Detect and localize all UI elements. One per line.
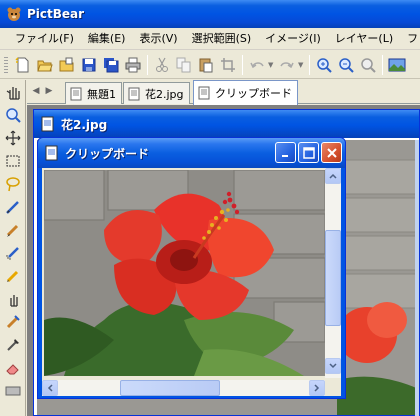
tab-untitled1[interactable]: 無題1 — [65, 82, 122, 104]
main-toolbar: ▼ ▼ — [0, 51, 420, 79]
app-title: PictBear — [27, 7, 85, 21]
tab-label: 無題1 — [87, 87, 116, 101]
eraser-icon[interactable] — [2, 357, 24, 379]
close-button[interactable] — [321, 142, 342, 163]
tab-label: クリップボード — [215, 87, 292, 100]
scroll-right-button[interactable] — [309, 380, 325, 396]
toolbar-separator — [382, 54, 383, 75]
hand-icon[interactable] — [2, 81, 24, 103]
save-all-icon[interactable] — [100, 54, 122, 76]
stamp-icon[interactable] — [2, 311, 24, 333]
redo-icon[interactable] — [276, 54, 298, 76]
toolbar-separator — [147, 54, 148, 75]
scroll-left-button[interactable] — [42, 380, 58, 396]
dropper-icon[interactable] — [2, 334, 24, 356]
tab-label: 花2.jpg — [145, 87, 184, 101]
menu-edit[interactable]: 編集(E) — [81, 29, 133, 49]
gradient-icon[interactable] — [2, 380, 24, 402]
copy-icon[interactable] — [173, 54, 195, 76]
menu-image[interactable]: イメージ(I) — [258, 29, 328, 49]
airbrush-icon[interactable] — [2, 242, 24, 264]
lasso-icon[interactable] — [2, 173, 24, 195]
menu-selection[interactable]: 選択範囲(S) — [185, 29, 259, 49]
menu-view[interactable]: 表示(V) — [132, 29, 184, 49]
tab-scroll-right-icon[interactable]: ▶ — [43, 86, 55, 98]
app-title-bar[interactable]: PictBear — [0, 0, 420, 28]
scroll-thumb[interactable] — [120, 380, 220, 396]
clipboard-horizontal-scrollbar[interactable] — [42, 380, 325, 396]
rect-select-icon[interactable] — [2, 150, 24, 172]
paste-icon[interactable] — [195, 54, 217, 76]
tab-scroll-left-icon[interactable]: ◀ — [30, 86, 42, 98]
scroll-up-button[interactable] — [325, 168, 341, 184]
zoom-fit-icon[interactable] — [357, 54, 379, 76]
toolbar-grip[interactable] — [4, 56, 8, 73]
redo-dropdown-icon[interactable]: ▼ — [298, 61, 306, 69]
print-icon[interactable] — [122, 54, 144, 76]
brush-icon[interactable] — [2, 219, 24, 241]
tab-hana2-jpg[interactable]: 花2.jpg — [123, 82, 190, 104]
undo-dropdown-icon[interactable]: ▼ — [268, 61, 276, 69]
zoom-icon[interactable] — [2, 104, 24, 126]
scroll-thumb[interactable] — [325, 230, 341, 326]
minimize-icon — [281, 154, 288, 157]
menu-file[interactable]: ファイル(F) — [8, 29, 81, 49]
document-icon — [128, 87, 140, 100]
menu-layer[interactable]: レイヤー(L) — [328, 29, 400, 49]
toolbar-separator — [309, 54, 310, 75]
clipboard-vertical-scrollbar[interactable] — [325, 168, 341, 378]
document-icon — [198, 86, 210, 100]
maximize-icon — [302, 146, 315, 159]
scroll-down-button[interactable] — [325, 358, 341, 374]
pencil-icon[interactable] — [2, 265, 24, 287]
menu-filter[interactable]: フ — [400, 29, 420, 49]
cut-icon[interactable] — [151, 54, 173, 76]
maximize-button[interactable] — [298, 142, 319, 163]
document-icon — [44, 145, 60, 161]
document-vertical-scrollbar[interactable] — [415, 140, 419, 416]
clipboard-window-title: クリップボード — [65, 146, 150, 161]
pictbear-app-icon — [6, 6, 22, 22]
move-icon[interactable] — [2, 127, 24, 149]
document-icon — [70, 87, 82, 100]
save-icon[interactable] — [78, 54, 100, 76]
document-window-title-bar[interactable]: 花2.jpg — [34, 110, 419, 138]
toolbar-separator — [242, 54, 243, 75]
smudge-icon[interactable] — [2, 288, 24, 310]
document-icon — [40, 116, 56, 132]
resize-grip[interactable] — [325, 378, 341, 396]
document-window-title: 花2.jpg — [61, 117, 108, 132]
chevron-up-icon — [329, 173, 337, 179]
zoom-out-icon[interactable] — [335, 54, 357, 76]
close-icon — [326, 147, 337, 158]
clipboard-image-canvas[interactable] — [44, 170, 325, 376]
open-icon[interactable] — [34, 54, 56, 76]
crop-icon[interactable] — [217, 54, 239, 76]
chevron-down-icon — [329, 363, 337, 369]
chevron-right-icon — [314, 384, 320, 392]
open-folder-icon[interactable] — [56, 54, 78, 76]
document-tabs: ◀ ▶ 無題1 花2.jpg クリップボード — [27, 80, 420, 105]
menu-bar: ファイル(F) 編集(E) 表示(V) 選択範囲(S) イメージ(I) レイヤー… — [0, 28, 420, 50]
minimize-button[interactable] — [275, 142, 296, 163]
chevron-left-icon — [47, 384, 53, 392]
zoom-in-icon[interactable] — [313, 54, 335, 76]
pen-icon[interactable] — [2, 196, 24, 218]
undo-icon[interactable] — [246, 54, 268, 76]
image-view-icon[interactable] — [386, 54, 408, 76]
new-icon[interactable] — [12, 54, 34, 76]
tab-clipboard[interactable]: クリップボード — [193, 80, 298, 105]
clipboard-window[interactable]: クリップボード — [37, 137, 346, 399]
tool-palette — [0, 80, 26, 416]
clipboard-client-area — [42, 168, 341, 396]
